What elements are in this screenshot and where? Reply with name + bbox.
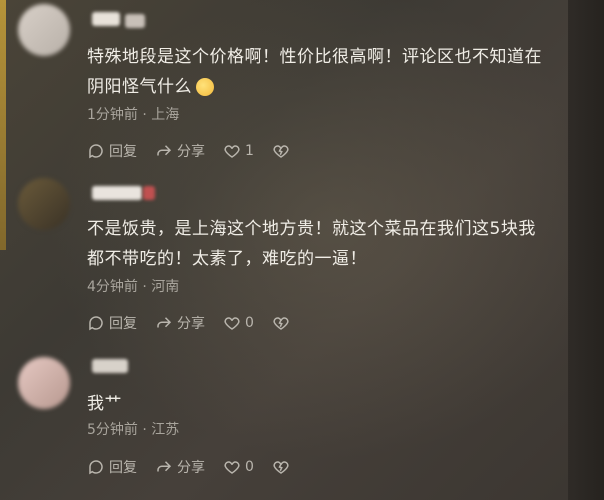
comment-time: 5分钟前 bbox=[87, 422, 138, 438]
reply-button[interactable]: 回复 bbox=[87, 313, 137, 333]
comment-actions: 回复 分享 0 bbox=[87, 313, 308, 333]
comment-item: 我艹 5分钟前 · 江苏 回复 分享 0 bbox=[0, 345, 568, 500]
comment-meta: 4分钟前 · 河南 bbox=[87, 276, 179, 296]
username-blurred[interactable] bbox=[92, 359, 128, 373]
like-count: 1 bbox=[245, 143, 254, 159]
comment-item: 不是饭贵，是上海这个地方贵！就这个菜品在我们这5块我都不带吃的！太素了，难吃的一… bbox=[0, 170, 568, 340]
like-button[interactable]: 0 bbox=[223, 458, 254, 476]
reply-button[interactable]: 回复 bbox=[87, 457, 137, 477]
like-count: 0 bbox=[245, 459, 254, 475]
username-blurred[interactable] bbox=[92, 186, 142, 200]
broken-heart-icon bbox=[273, 145, 289, 158]
like-button[interactable]: 0 bbox=[223, 314, 254, 332]
reply-icon bbox=[89, 144, 103, 159]
meta-separator: · bbox=[142, 107, 147, 123]
reply-button[interactable]: 回复 bbox=[87, 141, 137, 161]
comment-meta: 1分钟前 · 上海 bbox=[87, 104, 179, 124]
comment-text: 不是饭贵，是上海这个地方贵！就这个菜品在我们这5块我都不带吃的！太素了，难吃的一… bbox=[87, 219, 536, 269]
share-button[interactable]: 分享 bbox=[155, 313, 205, 333]
comment-time: 4分钟前 bbox=[87, 279, 138, 295]
avatar[interactable] bbox=[18, 357, 70, 409]
comment-meta: 5分钟前 · 江苏 bbox=[87, 419, 179, 439]
right-scroll-area bbox=[568, 0, 604, 500]
meta-separator: · bbox=[142, 279, 147, 295]
comment-text: 特殊地段是这个价格啊！性价比很高啊！评论区也不知道在阴阳怪气什么 bbox=[87, 47, 542, 97]
comment-location: 上海 bbox=[151, 107, 180, 123]
share-icon bbox=[157, 461, 172, 472]
dislike-button[interactable] bbox=[272, 142, 290, 160]
thinking-emoji-icon bbox=[196, 78, 214, 96]
username-blurred[interactable] bbox=[92, 12, 120, 26]
broken-heart-icon bbox=[273, 317, 289, 330]
username-blurred-2 bbox=[125, 14, 145, 28]
reply-icon bbox=[89, 316, 103, 331]
share-button[interactable]: 分享 bbox=[155, 457, 205, 477]
dislike-button[interactable] bbox=[272, 314, 290, 332]
comment-actions: 回复 分享 0 bbox=[87, 457, 308, 477]
avatar[interactable] bbox=[18, 4, 70, 56]
comment-location: 河南 bbox=[151, 279, 180, 295]
heart-icon bbox=[224, 461, 240, 474]
like-count: 0 bbox=[245, 315, 254, 331]
share-icon bbox=[157, 317, 172, 328]
heart-icon bbox=[224, 145, 240, 158]
dislike-button[interactable] bbox=[272, 458, 290, 476]
broken-heart-icon bbox=[273, 461, 289, 474]
comment-location: 江苏 bbox=[151, 422, 180, 438]
heart-icon bbox=[224, 317, 240, 330]
share-icon bbox=[157, 145, 172, 156]
username-badge-blurred bbox=[143, 186, 155, 200]
comment-text: 我艹 bbox=[87, 394, 122, 414]
reply-icon bbox=[89, 460, 103, 475]
share-button[interactable]: 分享 bbox=[155, 141, 205, 161]
meta-separator: · bbox=[142, 422, 147, 438]
comment-actions: 回复 分享 1 bbox=[87, 141, 308, 161]
like-button[interactable]: 1 bbox=[223, 142, 254, 160]
avatar[interactable] bbox=[18, 178, 70, 230]
comment-item: 特殊地段是这个价格啊！性价比很高啊！评论区也不知道在阴阳怪气什么 1分钟前 · … bbox=[0, 0, 568, 170]
comment-time: 1分钟前 bbox=[87, 107, 138, 123]
